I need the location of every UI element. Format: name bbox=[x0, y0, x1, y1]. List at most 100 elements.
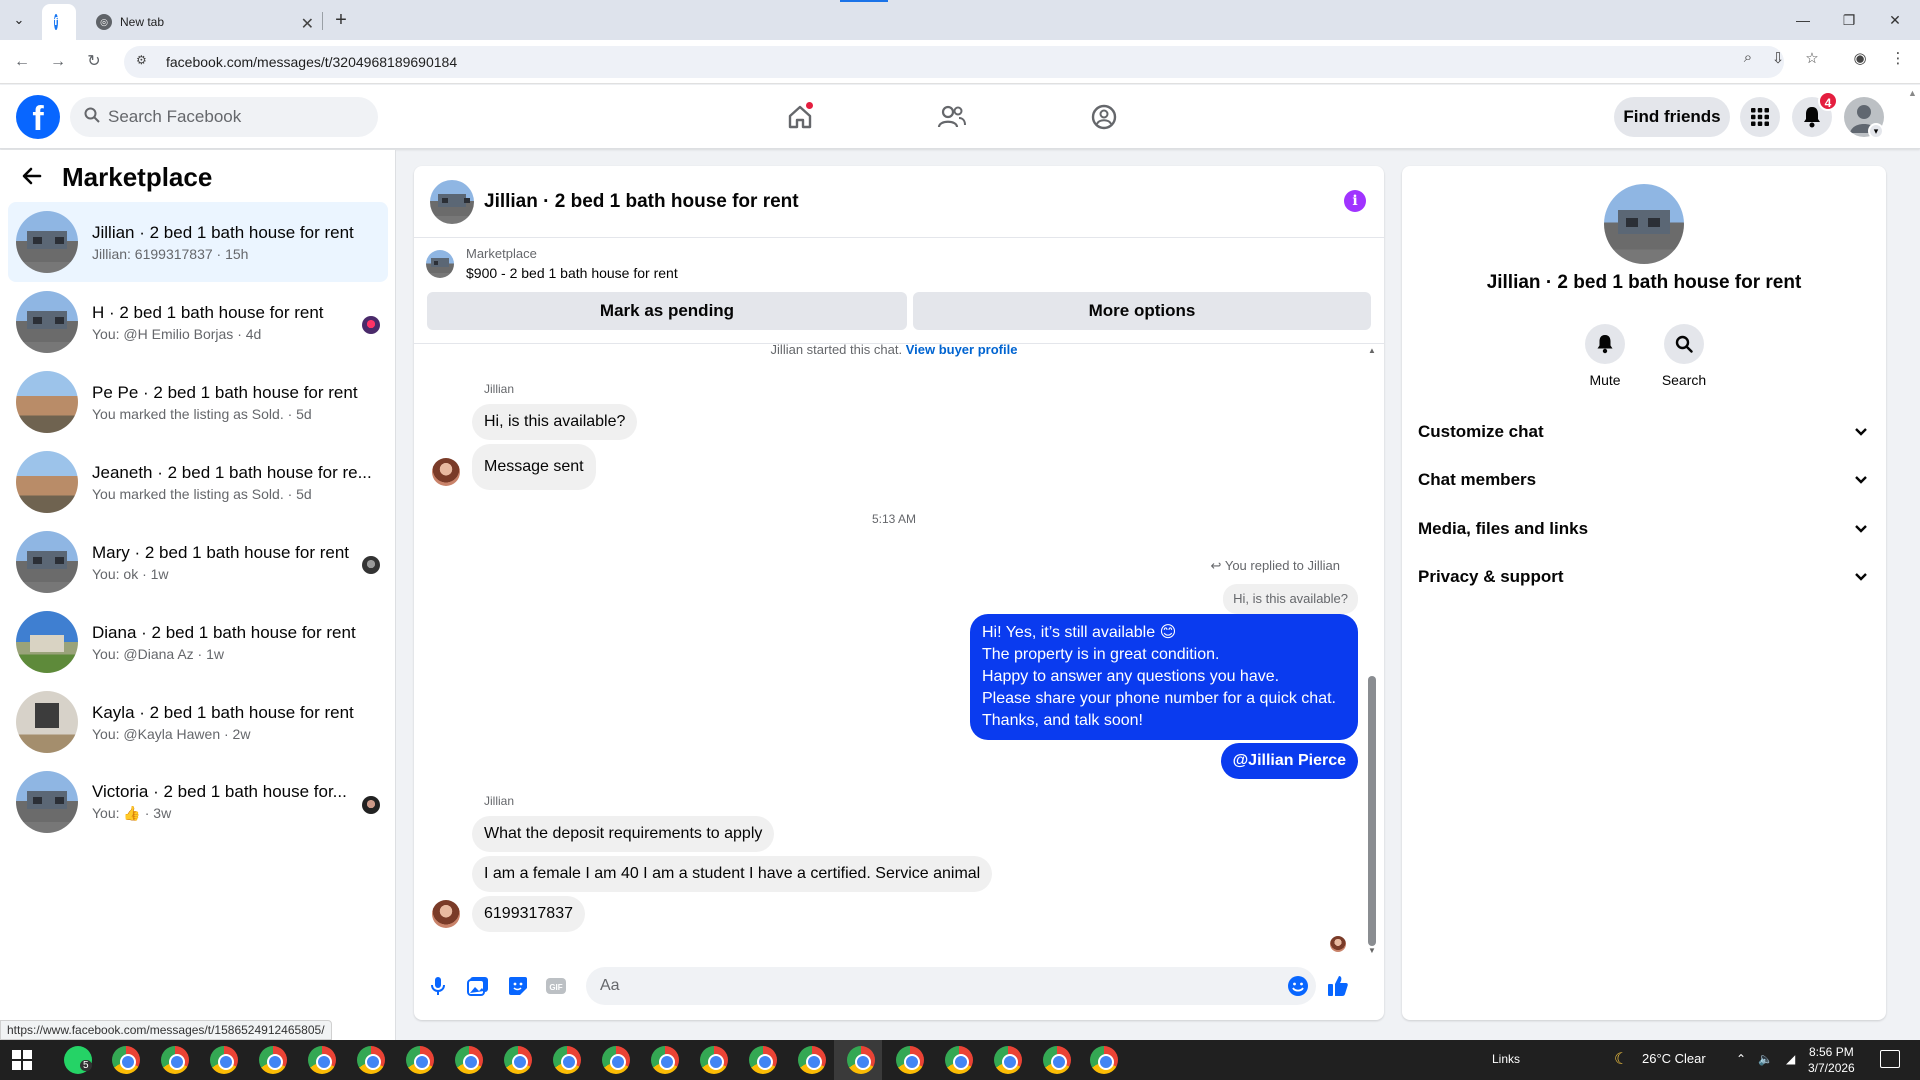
chrome-profile-icon[interactable] bbox=[896, 1046, 924, 1074]
scrollbar-thumb[interactable] bbox=[1368, 676, 1376, 946]
account-chevron-icon[interactable]: ▾ bbox=[1868, 123, 1884, 139]
scroll-up-icon[interactable]: ▲ bbox=[1368, 346, 1376, 355]
chrome-profile-icon[interactable] bbox=[602, 1046, 630, 1074]
chrome-profile-icon[interactable] bbox=[406, 1046, 434, 1074]
links-toolbar[interactable]: Links bbox=[1492, 1052, 1520, 1066]
gif-icon[interactable]: GIF bbox=[544, 974, 568, 998]
reload-icon[interactable]: ↻ bbox=[82, 50, 106, 74]
search-input[interactable] bbox=[108, 107, 348, 127]
chrome-profile-icon[interactable] bbox=[700, 1046, 728, 1074]
speaker-icon[interactable]: 🔈 bbox=[1758, 1052, 1773, 1066]
address-bar[interactable]: ⚙ facebook.com/messages/t/32049681896901… bbox=[124, 46, 1784, 78]
message-input[interactable] bbox=[586, 967, 1316, 1005]
chrome-profile-icon[interactable] bbox=[994, 1046, 1022, 1074]
customize-chat-section[interactable]: Customize chat bbox=[1418, 410, 1870, 454]
chrome-profile-icon[interactable] bbox=[357, 1046, 385, 1074]
listing-avatar-large[interactable] bbox=[1604, 184, 1684, 264]
conversation-item[interactable]: Kayla · 2 bed 1 bath house for rent You:… bbox=[8, 682, 388, 762]
notifications-bell-icon[interactable]: 4 bbox=[1792, 91, 1838, 137]
tab-search-chevron-icon[interactable]: ⌄ bbox=[6, 7, 32, 33]
emoji-icon[interactable] bbox=[1286, 974, 1310, 998]
chat-title[interactable]: Jillian · 2 bed 1 bath house for rent bbox=[484, 191, 799, 213]
windows-start-icon[interactable] bbox=[12, 1050, 32, 1070]
profile-icon[interactable]: ◉ bbox=[1848, 49, 1872, 67]
thumbs-up-icon[interactable] bbox=[1326, 974, 1350, 998]
conversation-item[interactable]: Jillian · 2 bed 1 bath house for rent Ji… bbox=[8, 202, 388, 282]
bookmark-star-icon[interactable]: ☆ bbox=[1800, 49, 1824, 67]
new-tab-button[interactable]: + bbox=[328, 8, 354, 34]
url-text[interactable]: facebook.com/messages/t/3204968189690184 bbox=[166, 54, 457, 70]
conversation-item[interactable]: Victoria · 2 bed 1 bath house for... You… bbox=[8, 762, 388, 842]
home-nav-icon[interactable] bbox=[780, 97, 820, 137]
listing-summary[interactable]: Marketplace $900 - 2 bed 1 bath house fo… bbox=[426, 246, 678, 281]
sticker-icon[interactable] bbox=[506, 974, 530, 998]
back-icon[interactable]: ← bbox=[10, 50, 34, 74]
conversation-item[interactable]: H · 2 bed 1 bath house for rent You: @H … bbox=[8, 282, 388, 362]
chrome-profile-icon[interactable] bbox=[798, 1046, 826, 1074]
page-scroll-up-icon[interactable]: ▲ bbox=[1908, 88, 1917, 98]
reply-quote[interactable]: Hi, is this available? bbox=[1223, 584, 1358, 614]
photo-icon[interactable] bbox=[466, 974, 490, 998]
jillian-avatar[interactable] bbox=[432, 458, 460, 486]
friends-nav-icon[interactable] bbox=[932, 97, 972, 137]
incoming-message[interactable]: Hi, is this available? bbox=[472, 404, 638, 440]
jillian-avatar[interactable] bbox=[432, 900, 460, 928]
chevron-up-icon[interactable]: ⌃ bbox=[1736, 1052, 1746, 1066]
chrome-profile-icon[interactable] bbox=[161, 1046, 189, 1074]
find-friends-button[interactable]: Find friends bbox=[1614, 97, 1730, 137]
install-app-icon[interactable]: ⇩ bbox=[1766, 49, 1790, 67]
chrome-profile-icon[interactable] bbox=[210, 1046, 238, 1074]
facebook-search[interactable] bbox=[70, 97, 378, 137]
network-icon[interactable]: ◢ bbox=[1786, 1052, 1795, 1066]
chrome-profile-icon[interactable] bbox=[847, 1046, 875, 1074]
menu-kebab-icon[interactable]: ⋮ bbox=[1886, 49, 1910, 67]
view-buyer-profile-link[interactable]: View buyer profile bbox=[906, 342, 1018, 357]
mark-as-pending-button[interactable]: Mark as pending bbox=[427, 292, 907, 330]
mention-message[interactable]: @Jillian Pierce bbox=[1220, 743, 1358, 779]
chrome-profile-icon[interactable] bbox=[651, 1046, 679, 1074]
info-icon[interactable]: i bbox=[1344, 190, 1366, 212]
minimize-button[interactable]: — bbox=[1780, 0, 1826, 40]
chrome-profile-icon[interactable] bbox=[112, 1046, 140, 1074]
privacy-support-section[interactable]: Privacy & support bbox=[1418, 555, 1870, 599]
tab-new-tab[interactable]: ◎ New tab ✕ bbox=[84, 4, 324, 40]
back-arrow-icon[interactable] bbox=[20, 164, 48, 192]
menu-grid-icon[interactable] bbox=[1740, 97, 1780, 137]
tab-facebook[interactable]: f bbox=[42, 4, 76, 40]
incoming-message[interactable]: What the deposit requirements to apply bbox=[472, 816, 775, 852]
forward-icon[interactable]: → bbox=[46, 50, 70, 74]
chrome-profile-icon[interactable] bbox=[308, 1046, 336, 1074]
site-info-icon[interactable]: ⚙ bbox=[136, 53, 154, 71]
chrome-icon[interactable] bbox=[1090, 1046, 1118, 1074]
chrome-profile-icon[interactable] bbox=[1043, 1046, 1071, 1074]
more-options-button[interactable]: More options bbox=[913, 292, 1371, 330]
conversation-item[interactable]: Diana · 2 bed 1 bath house for rent You:… bbox=[8, 602, 388, 682]
chrome-profile-icon[interactable] bbox=[749, 1046, 777, 1074]
chrome-profile-icon[interactable] bbox=[259, 1046, 287, 1074]
incoming-message[interactable]: 6199317837 bbox=[472, 896, 585, 932]
facebook-logo-icon[interactable]: f bbox=[16, 95, 60, 139]
conversation-item[interactable]: Jeaneth · 2 bed 1 bath house for re... Y… bbox=[8, 442, 388, 522]
chat-scrollbar[interactable]: ▲ ▼ bbox=[1366, 346, 1378, 956]
search-in-chat-button[interactable]: Search bbox=[1649, 324, 1719, 388]
conversation-item[interactable]: Mary · 2 bed 1 bath house for rent You: … bbox=[8, 522, 388, 602]
chat-listing-avatar[interactable] bbox=[430, 179, 474, 224]
outgoing-message[interactable]: Hi! Yes, it’s still available 😊 The prop… bbox=[970, 614, 1358, 740]
chrome-profile-icon[interactable] bbox=[504, 1046, 532, 1074]
restore-button[interactable]: ❐ bbox=[1826, 0, 1872, 40]
system-clock[interactable]: 8:56 PM 3/7/2026 bbox=[1808, 1044, 1855, 1076]
weather-text[interactable]: 26°C Clear bbox=[1642, 1051, 1706, 1066]
chrome-profile-icon[interactable] bbox=[945, 1046, 973, 1074]
conversation-item[interactable]: Pe Pe · 2 bed 1 bath house for rent You … bbox=[8, 362, 388, 442]
incoming-message[interactable]: Message sent bbox=[472, 444, 596, 490]
groups-nav-icon[interactable] bbox=[1084, 97, 1124, 137]
microphone-icon[interactable] bbox=[426, 974, 450, 998]
media-files-links-section[interactable]: Media, files and links bbox=[1418, 507, 1870, 551]
close-tab-icon[interactable]: ✕ bbox=[301, 14, 314, 34]
notification-center-icon[interactable] bbox=[1880, 1050, 1900, 1068]
chrome-profile-icon[interactable] bbox=[553, 1046, 581, 1074]
whatsapp-icon[interactable]: 5 bbox=[64, 1046, 92, 1074]
zoom-icon[interactable]: ⌕ bbox=[1736, 49, 1760, 66]
chrome-profile-icon[interactable] bbox=[455, 1046, 483, 1074]
incoming-message[interactable]: I am a female I am 40 I am a student I h… bbox=[472, 856, 993, 892]
